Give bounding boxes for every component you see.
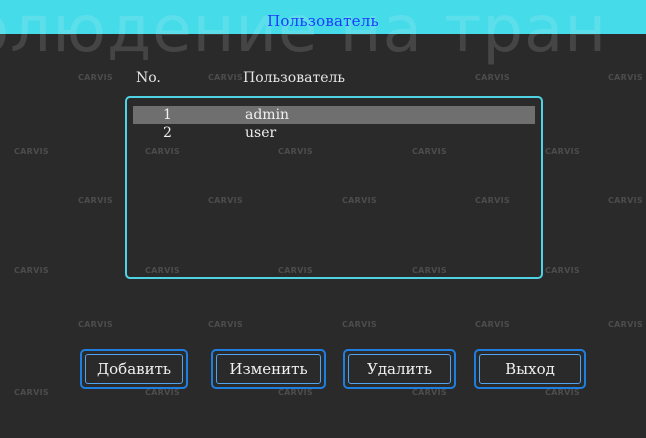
watermark-logo: CARVIS xyxy=(545,147,580,156)
edit-button[interactable]: Изменить xyxy=(211,349,326,389)
watermark-logo: CARVIS xyxy=(475,320,510,329)
watermark-logo: CARVIS xyxy=(475,73,510,82)
watermark-logo: CARVIS xyxy=(545,266,580,275)
row-number: 2 xyxy=(163,125,172,141)
watermark-logo: CARVIS xyxy=(14,266,49,275)
watermark-logo: CARVIS xyxy=(145,388,180,397)
watermark-logo: CARVIS xyxy=(208,73,243,82)
watermark-logo: CARVIS xyxy=(412,388,447,397)
column-header-user: Пользователь xyxy=(243,70,345,86)
exit-button[interactable]: Выход xyxy=(474,349,586,389)
exit-button-label: Выход xyxy=(479,354,581,384)
user-list[interactable]: 1 admin 2 user xyxy=(125,96,543,279)
column-header-no: No. xyxy=(136,70,161,86)
watermark-logo: CARVIS xyxy=(608,73,643,82)
edit-button-label: Изменить xyxy=(216,354,321,384)
watermark-logo: CARVIS xyxy=(78,196,113,205)
row-username: admin xyxy=(245,107,290,123)
watermark-logo: CARVIS xyxy=(78,320,113,329)
delete-button-label: Удалить xyxy=(348,354,451,384)
watermark-logo: CARVIS xyxy=(14,388,49,397)
dvr-screen: олюдение на тран Пользователь CARVIS CAR… xyxy=(0,0,646,438)
add-button-label: Добавить xyxy=(85,354,183,384)
window-title: Пользователь xyxy=(267,12,379,30)
watermark-logo: CARVIS xyxy=(608,320,643,329)
delete-button[interactable]: Удалить xyxy=(343,349,456,389)
watermark-logo: CARVIS xyxy=(208,320,243,329)
row-number: 1 xyxy=(163,107,172,123)
watermark-logo: CARVIS xyxy=(608,196,643,205)
watermark-logo: CARVIS xyxy=(278,388,313,397)
add-button[interactable]: Добавить xyxy=(80,349,188,389)
watermark-logo: CARVIS xyxy=(342,320,377,329)
user-row-user[interactable]: 2 user xyxy=(133,124,535,142)
row-username: user xyxy=(245,125,277,141)
watermark-logo: CARVIS xyxy=(14,147,49,156)
watermark-logo: CARVIS xyxy=(545,388,580,397)
user-row-admin[interactable]: 1 admin xyxy=(133,106,535,124)
watermark-logo: CARVIS xyxy=(78,73,113,82)
